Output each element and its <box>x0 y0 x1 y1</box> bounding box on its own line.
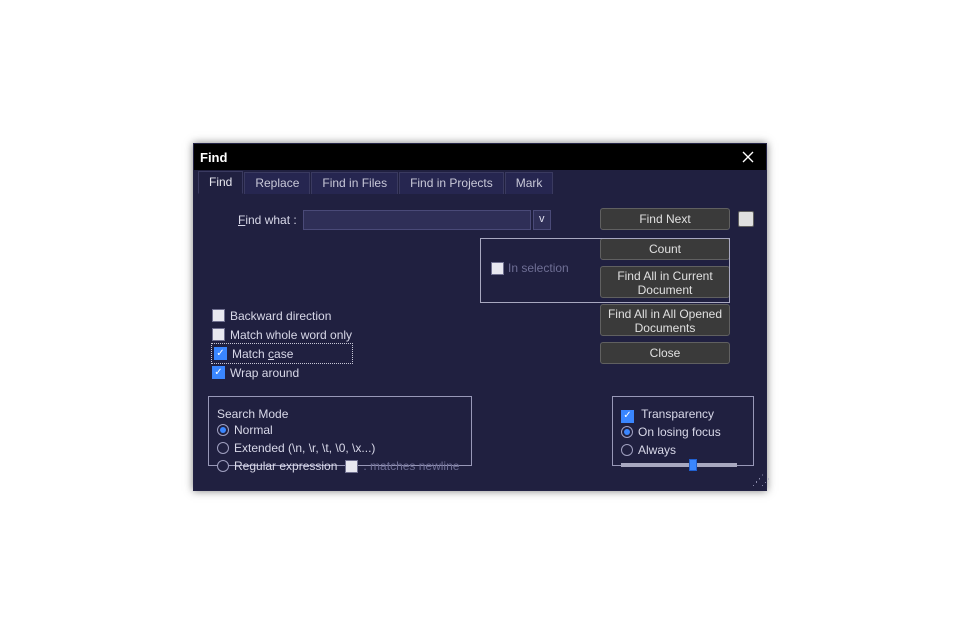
search-mode-regex-radio[interactable] <box>217 460 229 472</box>
find-next-toggle[interactable] <box>738 211 754 227</box>
transparency-always-label: Always <box>638 443 676 457</box>
match-whole-word-checkbox[interactable] <box>212 328 225 341</box>
find-what-label: Find what : <box>238 213 297 227</box>
matches-newline-checkbox[interactable] <box>345 460 358 473</box>
tab-find-in-files[interactable]: Find in Files <box>311 172 398 194</box>
backward-direction-label: Backward direction <box>230 309 331 323</box>
find-all-opened-documents-button[interactable]: Find All in All Opened Documents <box>600 304 730 336</box>
find-next-button[interactable]: Find Next <box>600 208 730 230</box>
wrap-around-label: Wrap around <box>230 366 299 380</box>
search-mode-normal-label: Normal <box>234 423 273 437</box>
transparency-slider[interactable] <box>621 463 737 467</box>
transparency-on-losing-focus-label: On losing focus <box>638 425 721 439</box>
close-icon[interactable] <box>736 145 760 169</box>
matches-newline-label: . matches newline <box>363 459 459 473</box>
transparency-on-losing-focus-radio[interactable] <box>621 426 633 438</box>
find-dialog: Find Find Replace Find in Files Find in … <box>193 143 767 491</box>
in-selection-label: In selection <box>508 261 569 275</box>
match-whole-word-label: Match whole word only <box>230 328 352 342</box>
find-what-row: Find what : v <box>238 210 551 230</box>
match-case-label: Match case <box>232 347 293 361</box>
options-column: Backward direction Match whole word only… <box>212 306 352 382</box>
tab-row: Find Replace Find in Files Find in Proje… <box>194 170 766 194</box>
search-mode-group: Search Mode Normal Extended (\n, \r, \t,… <box>208 396 472 466</box>
search-mode-legend: Search Mode <box>217 407 463 421</box>
search-mode-extended-radio[interactable] <box>217 442 229 454</box>
search-mode-extended-label: Extended (\n, \r, \t, \0, \x...) <box>234 441 375 455</box>
transparency-checkbox[interactable] <box>621 410 634 423</box>
find-what-input[interactable] <box>303 210 531 230</box>
tab-replace[interactable]: Replace <box>244 172 310 194</box>
transparency-always-radio[interactable] <box>621 444 633 456</box>
transparency-slider-thumb[interactable] <box>689 459 697 471</box>
search-mode-normal-radio[interactable] <box>217 424 229 436</box>
dialog-title: Find <box>200 150 227 165</box>
transparency-group: Transparency On losing focus Always <box>612 396 754 466</box>
resize-grip-icon[interactable]: ⋰⋰⋰ <box>752 476 764 488</box>
backward-direction-checkbox[interactable] <box>212 309 225 322</box>
transparency-legend: Transparency <box>621 407 745 423</box>
tab-find-in-projects[interactable]: Find in Projects <box>399 172 504 194</box>
match-case-checkbox[interactable] <box>214 347 227 360</box>
find-what-dropdown[interactable]: v <box>533 210 551 230</box>
wrap-around-checkbox[interactable] <box>212 366 225 379</box>
search-mode-regex-label: Regular expression <box>234 459 337 473</box>
close-button[interactable]: Close <box>600 342 730 364</box>
titlebar: Find <box>194 144 766 170</box>
tab-mark[interactable]: Mark <box>505 172 554 194</box>
in-selection-checkbox[interactable] <box>491 262 504 275</box>
dialog-body: Find what : v Find Next Count Find All i… <box>194 194 766 490</box>
in-selection-group: In selection <box>480 238 730 303</box>
tab-find[interactable]: Find <box>198 171 243 194</box>
